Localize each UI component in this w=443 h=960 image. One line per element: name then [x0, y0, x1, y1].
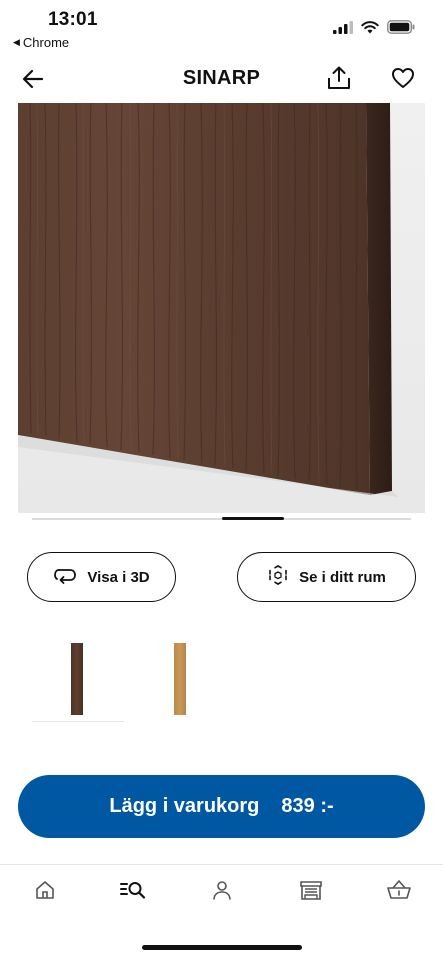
tab-bar-divider [0, 864, 443, 865]
store-icon [299, 879, 323, 906]
view-3d-label: Visa i 3D [87, 568, 150, 586]
favourite-button[interactable] [388, 65, 418, 95]
home-indicator[interactable] [142, 945, 302, 950]
swatch-oak[interactable] [174, 643, 186, 715]
add-to-cart-label: Lägg i varukorg [109, 795, 260, 817]
augmented-reality-icon [267, 564, 289, 590]
status-bar: 13:01 ◀ Chrome [0, 0, 443, 54]
wifi-icon [361, 20, 379, 39]
back-to-app-link[interactable]: ◀ Chrome [13, 35, 69, 50]
nav-bar: SINARP [0, 58, 443, 102]
share-button[interactable] [324, 65, 354, 95]
tab-store[interactable] [296, 877, 326, 907]
tab-cart[interactable] [384, 877, 414, 907]
view-in-room-label: Se i ditt rum [299, 568, 386, 586]
swatch-dark-brown[interactable] [71, 643, 83, 715]
view-in-room-button[interactable]: Se i ditt rum [237, 552, 416, 602]
view-3d-button[interactable]: Visa i 3D [27, 552, 176, 602]
tab-search[interactable] [118, 877, 148, 907]
back-triangle-icon: ◀ [13, 37, 20, 47]
signal-icon [333, 20, 353, 39]
price-label: 839 :- [281, 795, 334, 817]
rotate-3d-icon [53, 566, 77, 588]
tab-profile[interactable] [207, 877, 237, 907]
share-icon [326, 66, 352, 95]
add-to-cart-button[interactable]: Lägg i varukorg 839 :- [18, 775, 425, 838]
clock: 13:01 [48, 9, 98, 30]
product-image[interactable] [18, 103, 425, 513]
back-app-label: Chrome [22, 35, 70, 50]
battery-icon [387, 20, 415, 39]
carousel-position-indicator[interactable] [222, 517, 284, 520]
search-icon [119, 880, 147, 905]
tab-home[interactable] [30, 877, 60, 907]
page-title: SINARP [182, 67, 261, 89]
wood-door-illustration [18, 103, 425, 513]
home-icon [34, 880, 56, 905]
profile-icon [211, 879, 233, 906]
status-icons [333, 20, 415, 39]
basket-icon [386, 879, 412, 906]
heart-icon [391, 67, 415, 94]
selected-swatch-underline [32, 721, 124, 722]
